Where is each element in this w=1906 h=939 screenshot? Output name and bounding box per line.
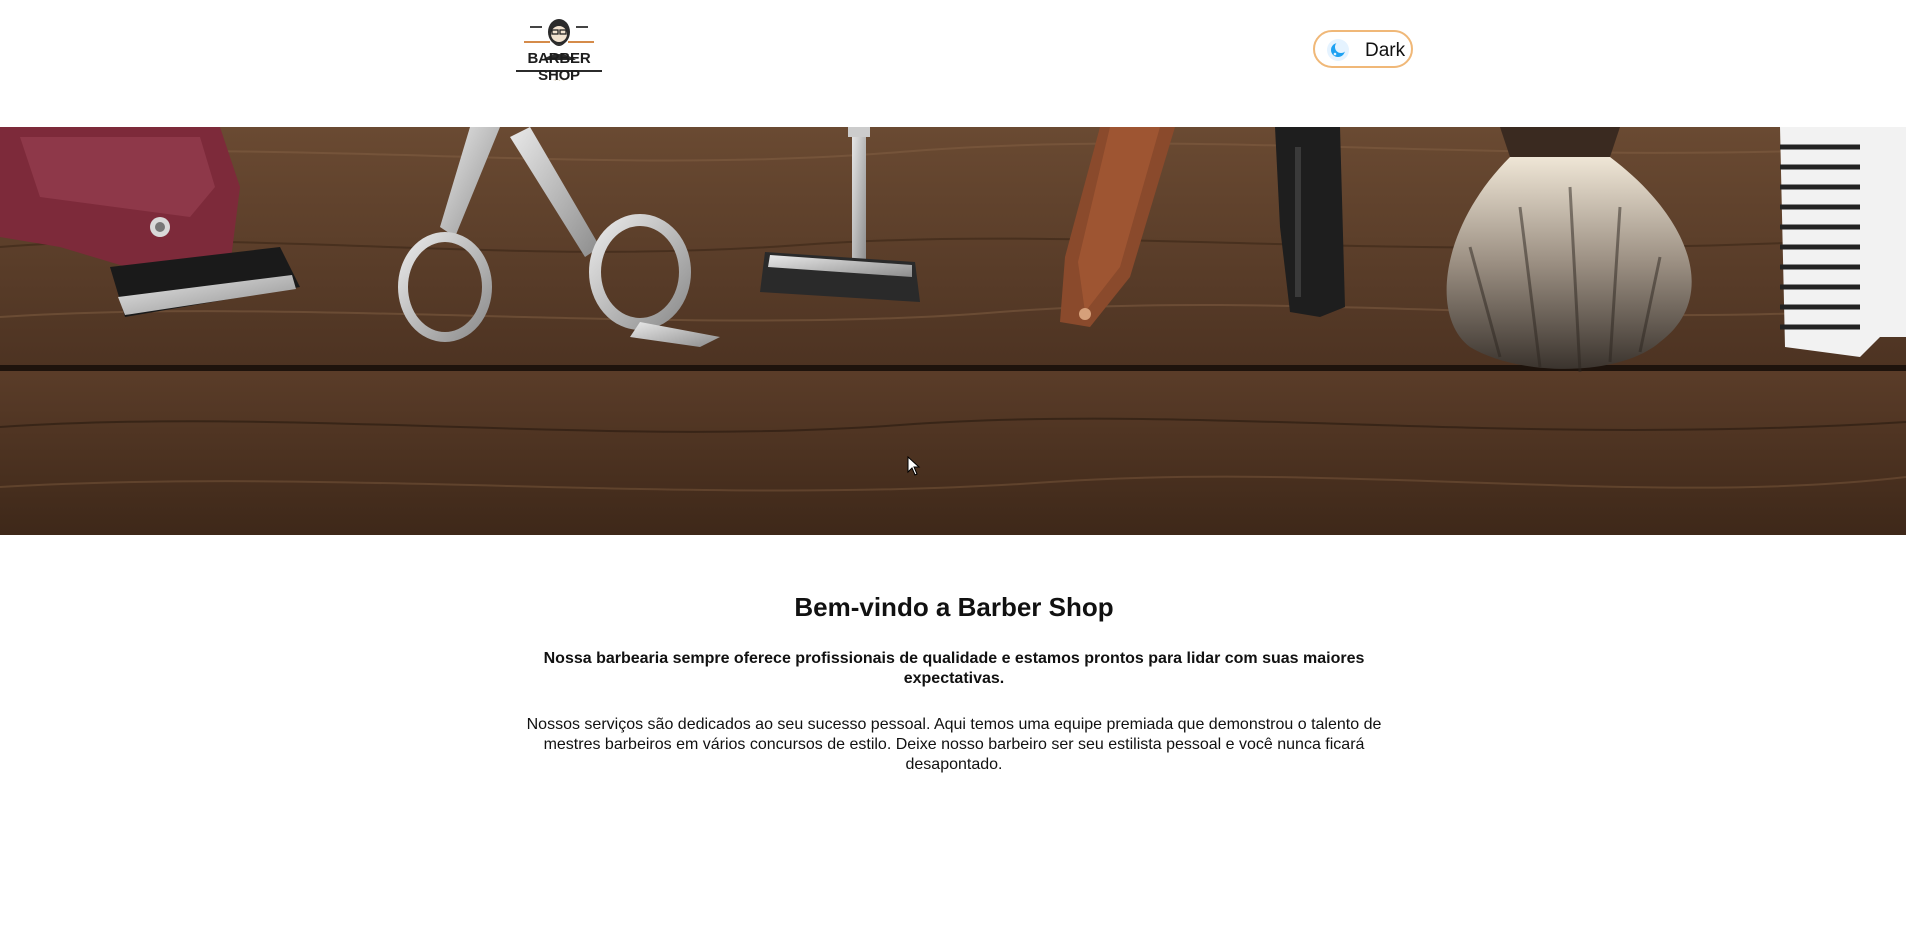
moon-icon xyxy=(1327,39,1349,61)
lead-paragraph: Nossa barbearia sempre oferece profissio… xyxy=(543,650,1365,687)
hero-banner-image xyxy=(0,127,1906,535)
welcome-section: Bem-vindo a Barber Shop Nossa barbearia … xyxy=(500,585,1408,775)
barber-shop-logo[interactable]: ~ ~ ~ BARBER SHOP xyxy=(512,12,606,88)
mouse-cursor-icon xyxy=(907,456,921,476)
logo-text: BARBER SHOP xyxy=(527,50,591,84)
page-title: Bem-vindo a Barber Shop xyxy=(794,592,1114,622)
dark-mode-toggle[interactable]: Dark xyxy=(1313,30,1413,68)
site-header: ~ ~ ~ BARBER SHOP Dark xyxy=(0,0,1906,127)
barber-tools-image xyxy=(0,127,1906,535)
description-paragraph: Nossos serviços são dedicados ao seu suc… xyxy=(526,716,1382,773)
theme-toggle-label: Dark xyxy=(1365,40,1406,61)
